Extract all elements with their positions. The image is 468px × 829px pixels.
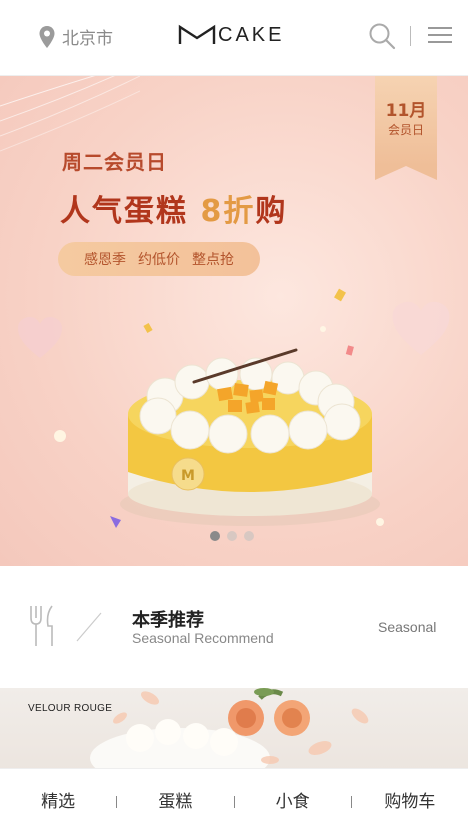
seasonal-section: 本季推荐 Seasonal Recommend Seasonal [0,566,468,688]
nav-item-snacks[interactable]: 小食 [235,787,351,812]
carousel-dots[interactable] [210,531,254,541]
bottom-nav: 精选 蛋糕 小食 购物车 [0,768,468,829]
brand-logo[interactable]: CAKE [178,22,296,48]
carousel-dot-active[interactable] [210,531,220,541]
carousel-dot[interactable] [227,531,237,541]
location-pin-icon [39,25,55,48]
fork-knife-icon [30,605,53,646]
logo-text: CAKE [218,23,285,46]
svg-text:M: M [181,468,195,484]
product-brand: VELOUR ROUGE [28,703,113,714]
cake-image: M [120,348,380,526]
nav-item-featured[interactable]: 精选 [0,787,116,812]
seasonal-link[interactable]: Seasonal [378,619,436,635]
top-header: 北京市 CAKE [0,0,468,76]
product-card[interactable]: VELOUR ROUGE [0,688,468,770]
logo-mark-icon [178,24,216,44]
nav-item-cart[interactable]: 购物车 [352,787,468,812]
header-divider [410,26,411,46]
carousel-dot[interactable] [244,531,254,541]
location-selector[interactable]: 北京市 [38,24,113,49]
promo-banner[interactable]: 11月 会员日 周二会员日 人气蛋糕 8折购 感恩季 约低价 整点抢 M [0,76,468,566]
nav-item-cakes[interactable]: 蛋糕 [117,787,233,812]
product-image [90,688,369,770]
section-subtitle: Seasonal Recommend [132,630,274,646]
slash-divider [76,612,102,642]
location-label: 北京市 [62,29,113,49]
section-title: 本季推荐 [132,610,204,631]
menu-icon[interactable] [428,27,452,45]
search-icon[interactable] [368,22,396,50]
